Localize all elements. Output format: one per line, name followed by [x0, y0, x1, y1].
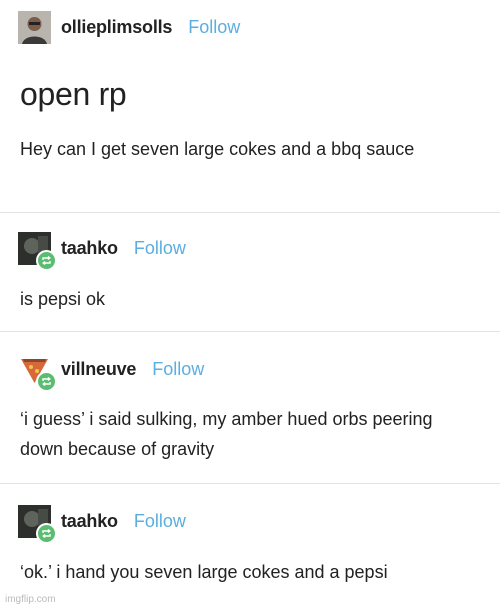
post-body: is pepsi ok [20, 289, 106, 309]
post-header: ollieplimsolls Follow [18, 10, 240, 44]
divider [0, 212, 500, 213]
follow-button[interactable]: Follow [152, 359, 204, 380]
post-header: taahko Follow [18, 504, 186, 544]
post-body: ‘ok.’ i hand you seven large cokes and a… [20, 562, 388, 582]
avatar[interactable] [18, 504, 57, 544]
follow-button[interactable]: Follow [134, 238, 186, 259]
avatar[interactable] [18, 352, 57, 392]
avatar[interactable] [18, 10, 51, 44]
post-body: ‘i guess’ i said sulking, my amber hued … [20, 409, 433, 459]
reblog-icon [36, 370, 57, 392]
divider [0, 483, 500, 484]
post-title: open rp [20, 76, 127, 112]
username[interactable]: taahko [61, 238, 118, 259]
avatar[interactable] [18, 231, 57, 271]
post-header: villneuve Follow [18, 352, 204, 392]
watermark: imgflip.com [5, 594, 56, 605]
reblog-icon [36, 249, 57, 271]
follow-button[interactable]: Follow [188, 17, 240, 38]
reblog-icon [36, 522, 57, 544]
avatar-photo-icon [18, 10, 51, 44]
username[interactable]: villneuve [61, 359, 136, 380]
divider [0, 331, 500, 332]
post-header: taahko Follow [18, 231, 186, 271]
follow-button[interactable]: Follow [134, 511, 186, 532]
username[interactable]: ollieplimsolls [61, 17, 172, 38]
post-body: Hey can I get seven large cokes and a bb… [20, 139, 415, 159]
username[interactable]: taahko [61, 511, 118, 532]
